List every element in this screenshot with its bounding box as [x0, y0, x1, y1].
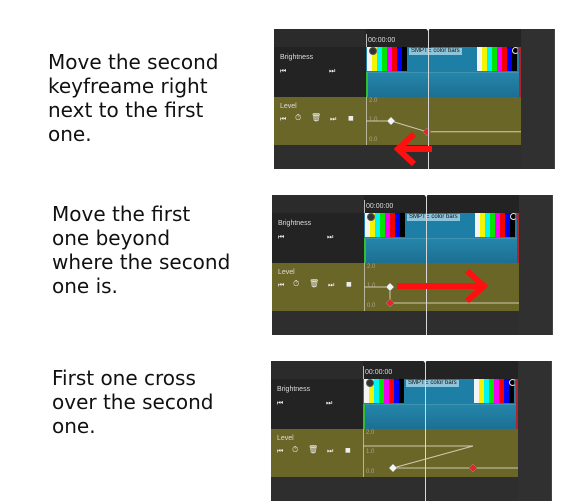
step-1-caption: Move the second keyfreame right next to …: [48, 50, 219, 146]
annotation-arrow-layer: [393, 131, 432, 167]
step-2-caption: Move the first one beyond where the seco…: [52, 202, 231, 298]
timeline-panel-step-2: 00:00:00 Brightness ⏮ ⏭ SMPTE color bars…: [272, 195, 553, 335]
timeline-panel-step-1: 00:00:00 Brightness ⏮ ⏭ SMPTE color bars…: [274, 29, 555, 169]
step-3-caption: First one cross over the second one.: [52, 366, 214, 438]
timeline-panel-step-3: 00:00:00 Brightness ⏮ ⏭ SMPTE color bars…: [271, 361, 552, 501]
annotation-arrow-layer: [271, 361, 551, 501]
annotation-arrow-layer: [397, 268, 489, 304]
